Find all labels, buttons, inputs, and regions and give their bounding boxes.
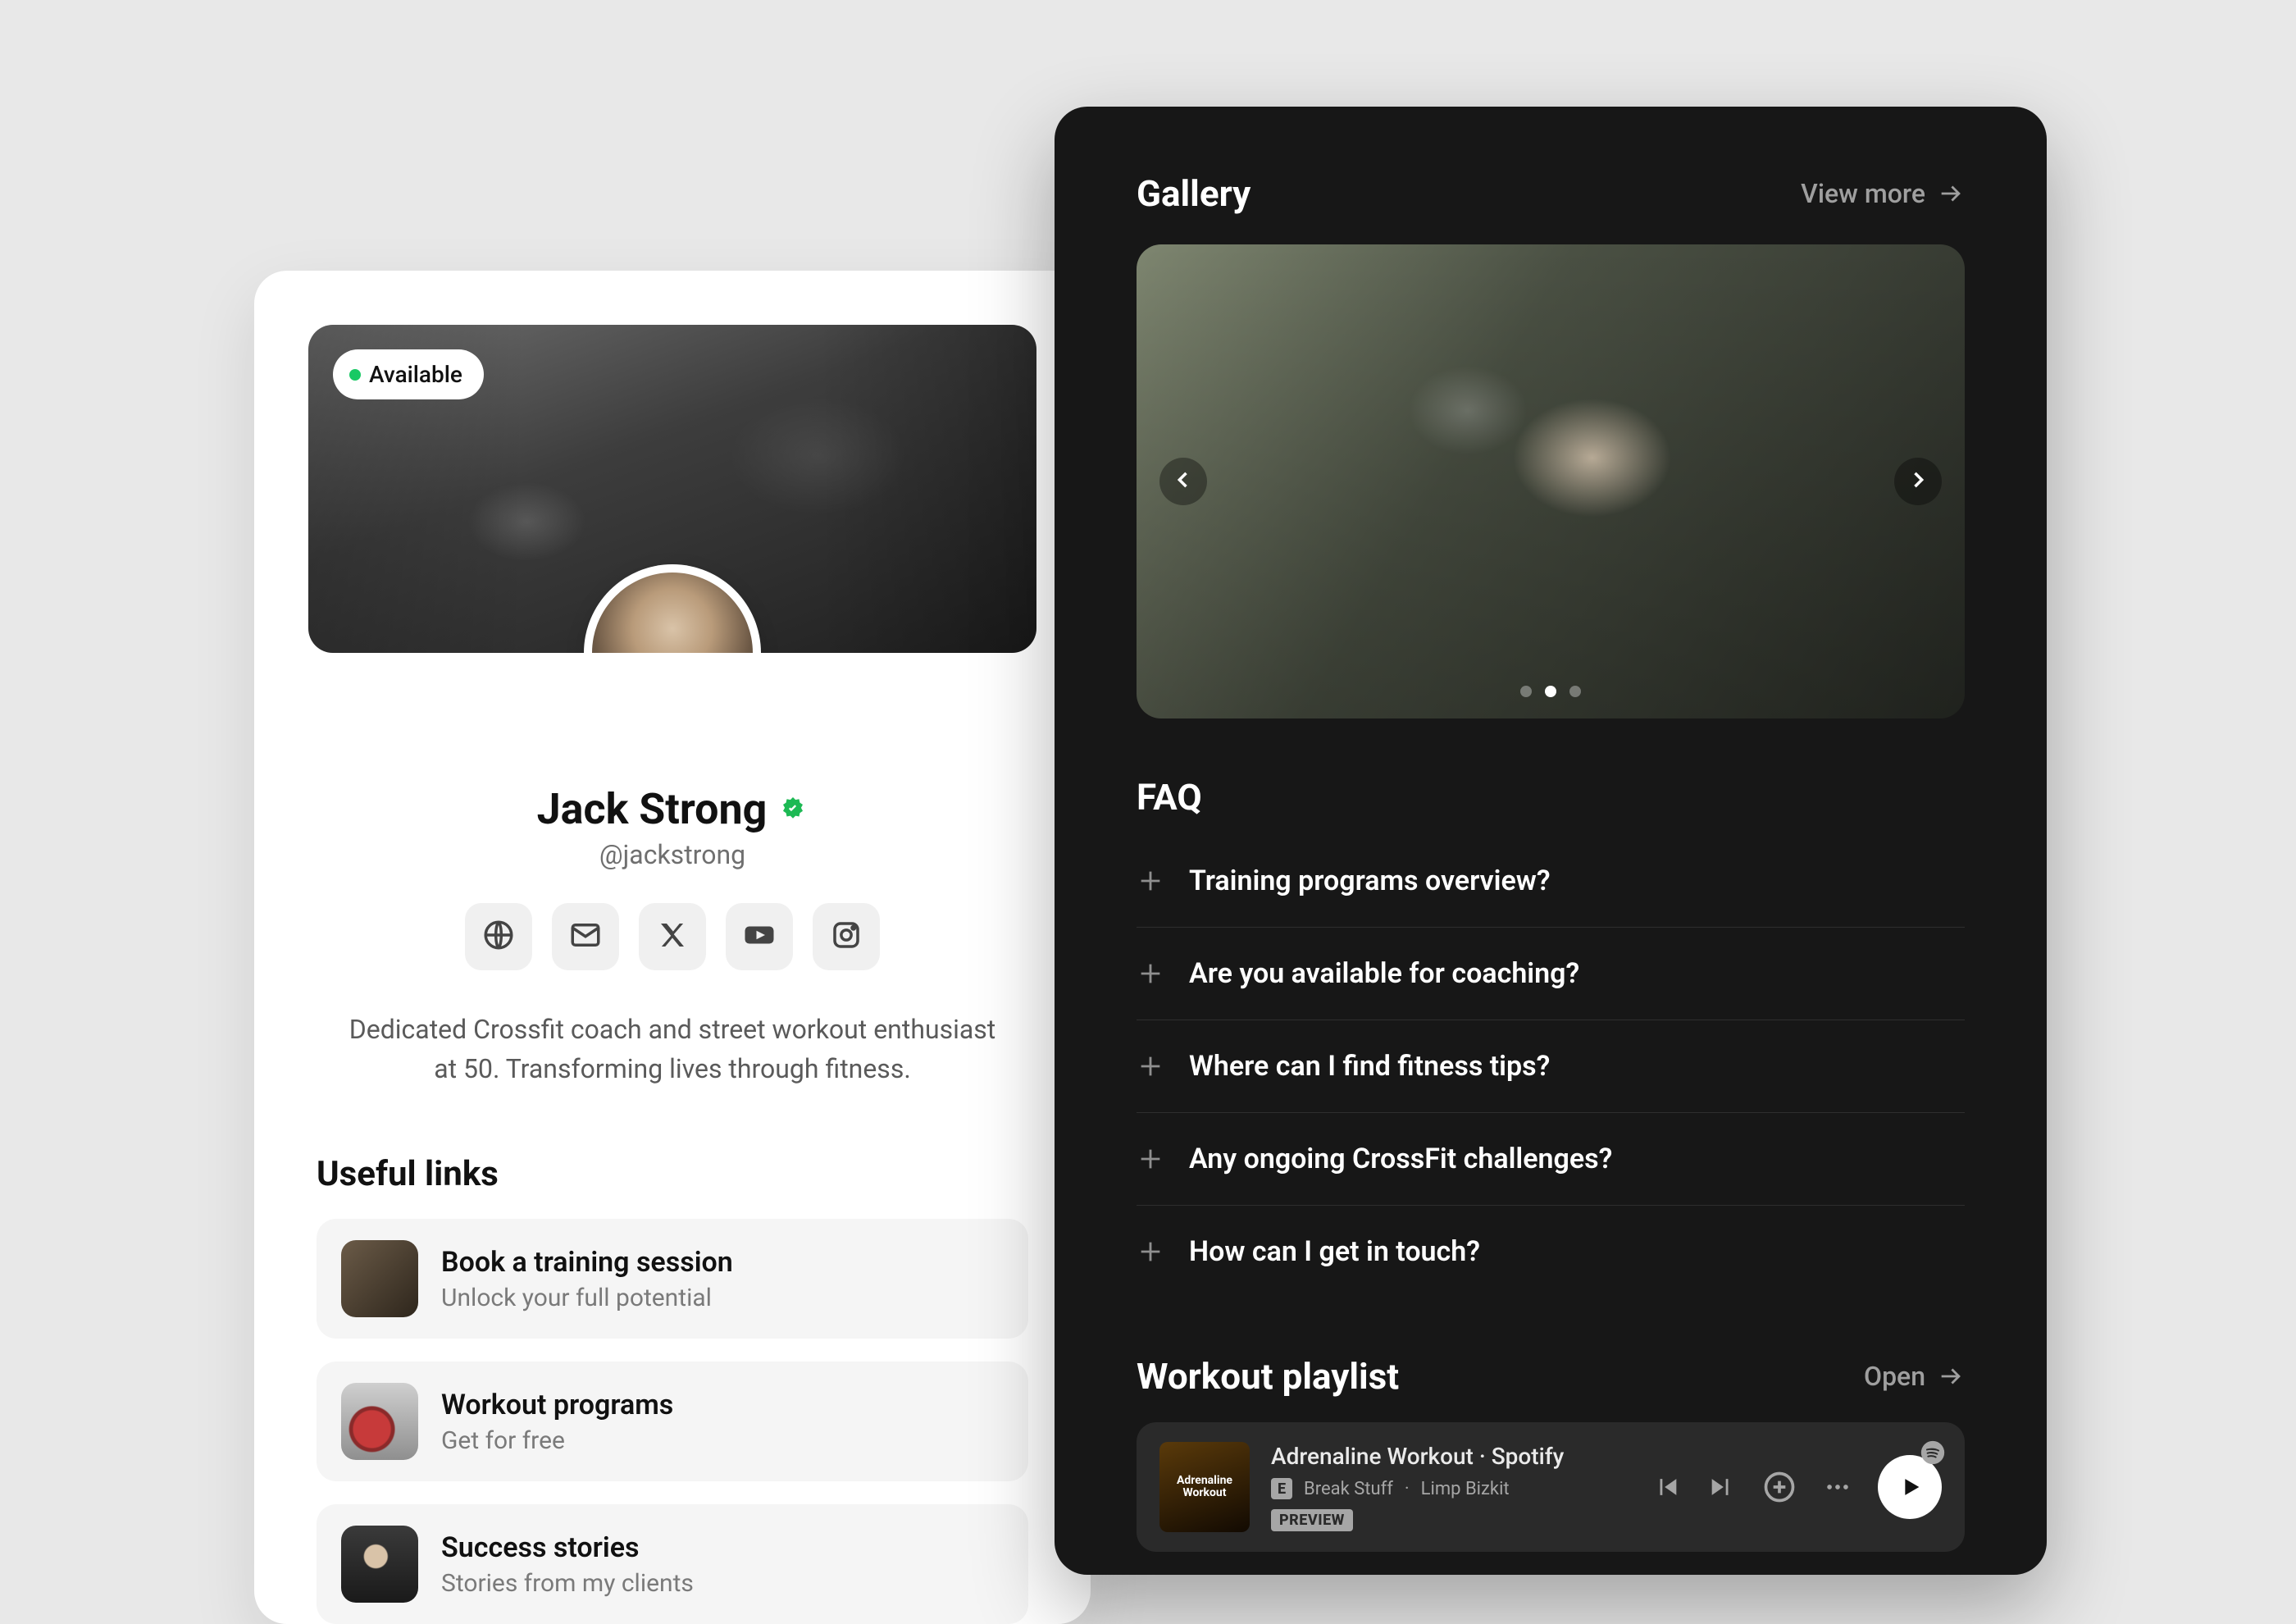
social-instagram[interactable] — [813, 903, 880, 970]
album-line2: Workout — [1182, 1487, 1226, 1499]
social-email[interactable] — [552, 903, 619, 970]
social-youtube[interactable] — [726, 903, 793, 970]
faq-item[interactable]: Training programs overview? — [1137, 835, 1965, 928]
faq-item[interactable]: Any ongoing CrossFit challenges? — [1137, 1113, 1965, 1206]
prev-track-button[interactable] — [1653, 1473, 1681, 1501]
gallery-carousel — [1137, 244, 1965, 718]
faq-question: Where can I find fitness tips? — [1189, 1050, 1550, 1083]
explicit-badge: E — [1271, 1478, 1292, 1499]
globe-icon — [481, 918, 516, 956]
link-sub: Get for free — [441, 1426, 673, 1455]
link-texts: Book a training session Unlock your full… — [441, 1246, 733, 1312]
faq-title: FAQ — [1137, 776, 1965, 819]
plus-icon — [1137, 960, 1164, 988]
gallery-prev-button[interactable] — [1159, 458, 1207, 505]
preview-badge: PREVIEW — [1271, 1509, 1353, 1531]
status-dot-icon — [349, 369, 361, 381]
mail-icon — [568, 918, 603, 956]
plus-icon — [1137, 867, 1164, 895]
album-art: Adrenaline Workout — [1159, 1442, 1250, 1532]
useful-links-title: Useful links — [308, 1154, 1036, 1194]
now-playing-title: Adrenaline Workout · Spotify — [1271, 1443, 1632, 1470]
chevron-left-icon — [1172, 468, 1195, 495]
link-title: Success stories — [441, 1531, 694, 1564]
faq-question: Training programs overview? — [1189, 864, 1551, 897]
faq-item[interactable]: Where can I find fitness tips? — [1137, 1020, 1965, 1113]
view-more-link[interactable]: View more — [1801, 178, 1965, 209]
cover-image: Available — [308, 325, 1036, 653]
social-website[interactable] — [465, 903, 532, 970]
playlist-title: Workout playlist — [1137, 1355, 1399, 1398]
track-row: E Break Stuff · Limp Bizkit — [1271, 1478, 1632, 1499]
plus-icon — [1137, 1145, 1164, 1173]
link-sub: Unlock your full potential — [441, 1284, 733, 1312]
youtube-icon — [742, 918, 777, 956]
gallery-dots — [1520, 686, 1581, 697]
arrow-right-icon — [1937, 180, 1965, 208]
playlist-header: Workout playlist Open — [1137, 1355, 1965, 1398]
spotify-icon[interactable] — [1919, 1439, 1947, 1467]
link-title: Book a training session — [441, 1246, 733, 1279]
faq-question: Any ongoing CrossFit challenges? — [1189, 1143, 1612, 1175]
open-link[interactable]: Open — [1864, 1361, 1965, 1392]
plus-icon — [1137, 1052, 1164, 1080]
plus-icon — [1137, 1238, 1164, 1266]
open-label: Open — [1864, 1361, 1925, 1392]
link-texts: Success stories Stories from my clients — [441, 1531, 694, 1598]
link-thumb — [341, 1383, 418, 1460]
profile-name: Jack Strong — [537, 784, 768, 834]
instagram-icon — [829, 918, 863, 956]
profile-card: Available Jack Strong @jackstrong Dedica… — [254, 271, 1091, 1624]
verified-badge-icon — [778, 795, 808, 824]
link-book-session[interactable]: Book a training session Unlock your full… — [317, 1219, 1028, 1339]
profile-bio: Dedicated Crossfit coach and street work… — [308, 1010, 1036, 1088]
link-sub: Stories from my clients — [441, 1569, 694, 1598]
social-x[interactable] — [639, 903, 706, 970]
gallery-title: Gallery — [1137, 172, 1250, 215]
link-title: Workout programs — [441, 1389, 673, 1421]
avatar-ring — [584, 564, 761, 653]
view-more-label: View more — [1801, 178, 1925, 209]
faq-question: Are you available for coaching? — [1189, 957, 1579, 990]
link-success-stories[interactable]: Success stories Stories from my clients — [317, 1504, 1028, 1624]
faq-item[interactable]: How can I get in touch? — [1137, 1206, 1965, 1298]
social-row — [308, 903, 1036, 970]
gallery-dot[interactable] — [1545, 686, 1556, 697]
player-info: Adrenaline Workout · Spotify E Break Stu… — [1271, 1443, 1632, 1531]
gallery-dot[interactable] — [1520, 686, 1532, 697]
gallery-next-button[interactable] — [1894, 458, 1942, 505]
track-name: Break Stuff — [1304, 1479, 1393, 1499]
chevron-right-icon — [1906, 468, 1929, 495]
avatar[interactable] — [592, 573, 753, 653]
more-button[interactable] — [1824, 1473, 1852, 1501]
x-icon — [655, 918, 690, 956]
faq-question: How can I get in touch? — [1189, 1235, 1480, 1268]
profile-handle: @jackstrong — [308, 839, 1036, 870]
next-track-button[interactable] — [1707, 1473, 1735, 1501]
link-workout-programs[interactable]: Workout programs Get for free — [317, 1362, 1028, 1481]
profile-name-row: Jack Strong — [308, 784, 1036, 834]
spotify-player: Adrenaline Workout Adrenaline Workout · … — [1137, 1422, 1965, 1552]
availability-badge: Available — [333, 349, 484, 399]
link-texts: Workout programs Get for free — [441, 1389, 673, 1455]
detail-card: Gallery View more FAQ Training programs … — [1055, 107, 2047, 1575]
track-artist: Limp Bizkit — [1421, 1479, 1510, 1499]
faq-item[interactable]: Are you available for coaching? — [1137, 928, 1965, 1020]
faq-list: Training programs overview? Are you avai… — [1137, 835, 1965, 1298]
album-line1: Adrenaline — [1177, 1475, 1232, 1487]
track-separator: · — [1405, 1479, 1410, 1499]
link-thumb — [341, 1240, 418, 1317]
availability-label: Available — [369, 361, 462, 388]
arrow-right-icon — [1937, 1362, 1965, 1390]
link-thumb — [341, 1526, 418, 1603]
player-controls — [1653, 1455, 1942, 1519]
gallery-header: Gallery View more — [1137, 172, 1965, 215]
add-button[interactable] — [1761, 1469, 1797, 1505]
gallery-dot[interactable] — [1569, 686, 1581, 697]
useful-links-list: Book a training session Unlock your full… — [308, 1219, 1036, 1624]
